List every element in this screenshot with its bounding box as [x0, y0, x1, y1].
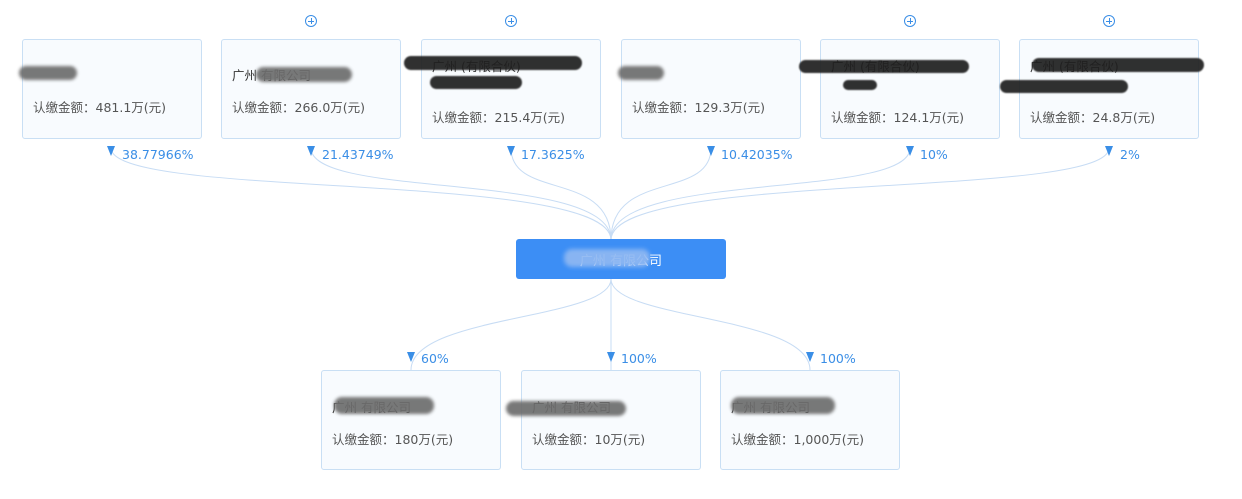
shareholding-percent: 38.77966% [122, 147, 194, 162]
redaction-mark [506, 401, 626, 416]
redaction-mark [256, 67, 352, 82]
plus-circle-icon[interactable] [904, 15, 916, 27]
shareholding-percent: 17.3625% [521, 147, 585, 162]
redaction-mark [19, 66, 77, 80]
shareholding-percent: 10.42035% [721, 147, 793, 162]
investment-percent: 60% [421, 351, 449, 366]
shareholder-card[interactable]: 广州 (有限合伙) 认缴金额：215.4万(元) [404, 39, 601, 139]
shareholding-percent: 2% [1120, 147, 1140, 162]
redaction-mark [404, 56, 582, 70]
redaction-mark [799, 60, 969, 73]
shareholder-amount: 认缴金额：129.3万(元) [632, 100, 766, 115]
plus-circle-icon[interactable] [1103, 15, 1115, 27]
redaction-mark [843, 80, 877, 90]
shareholder-card[interactable]: 广州 有限公司 认缴金额：266.0万(元) [221, 39, 401, 139]
shareholding-percent: 21.43749% [322, 147, 394, 162]
redaction-mark [430, 76, 522, 89]
shareholder-amount: 认缴金额：481.1万(元) [33, 100, 167, 115]
shareholder-link-4 [610, 147, 712, 241]
plus-circle-icon[interactable] [305, 15, 317, 27]
redaction-mark [731, 397, 835, 414]
investment-card[interactable]: 广州 有限公司 认缴金额：180万(元) [321, 370, 501, 470]
arrow-down-icon [607, 352, 615, 362]
shareholder-amount: 认缴金额：215.4万(元) [432, 110, 566, 125]
center-company-node[interactable]: 广州 有限公司 [516, 239, 726, 279]
equity-structure-diagram: 认缴金额：481.1万(元) 广州 有限公司 认缴金额：266.0万(元) 广州… [0, 0, 1242, 499]
investment-percent: 100% [621, 351, 657, 366]
shareholder-amount: 认缴金额：24.8万(元) [1030, 110, 1156, 125]
redaction-mark [618, 66, 664, 80]
redaction-mark [564, 249, 650, 267]
redaction-mark [1032, 58, 1204, 72]
shareholder-card[interactable]: 广州 (有限合伙) 认缴金额：24.8万(元) [1000, 39, 1204, 139]
investment-amount: 认缴金额：10万(元) [532, 432, 646, 447]
investment-card[interactable]: 广州 有限公司 认缴金额：1,000万(元) [720, 370, 900, 470]
investment-amount: 认缴金额：1,000万(元) [731, 432, 865, 447]
shareholder-card[interactable]: 认缴金额：129.3万(元) [618, 39, 801, 139]
arrow-down-icon [507, 146, 515, 156]
arrow-down-icon [806, 352, 814, 362]
redaction-mark [1000, 80, 1128, 93]
redaction-mark [334, 397, 434, 414]
arrow-down-icon [707, 146, 715, 156]
shareholder-amount: 认缴金额：266.0万(元) [232, 100, 366, 115]
shareholding-percent: 10% [920, 147, 948, 162]
arrow-down-icon [307, 146, 315, 156]
shareholder-card[interactable]: 认缴金额：481.1万(元) [19, 39, 202, 139]
arrow-down-icon [906, 146, 914, 156]
shareholder-link-6 [610, 147, 1110, 241]
plus-circle-icon[interactable] [505, 15, 517, 27]
shareholder-card[interactable]: 广州 (有限合伙) 认缴金额：124.1万(元) [799, 39, 1000, 139]
shareholder-amount: 认缴金额：124.1万(元) [831, 110, 965, 125]
investment-card[interactable]: 广州 有限公司 认缴金额：10万(元) [506, 370, 701, 470]
investment-percent: 100% [820, 351, 856, 366]
investment-amount: 认缴金额：180万(元) [332, 432, 454, 447]
